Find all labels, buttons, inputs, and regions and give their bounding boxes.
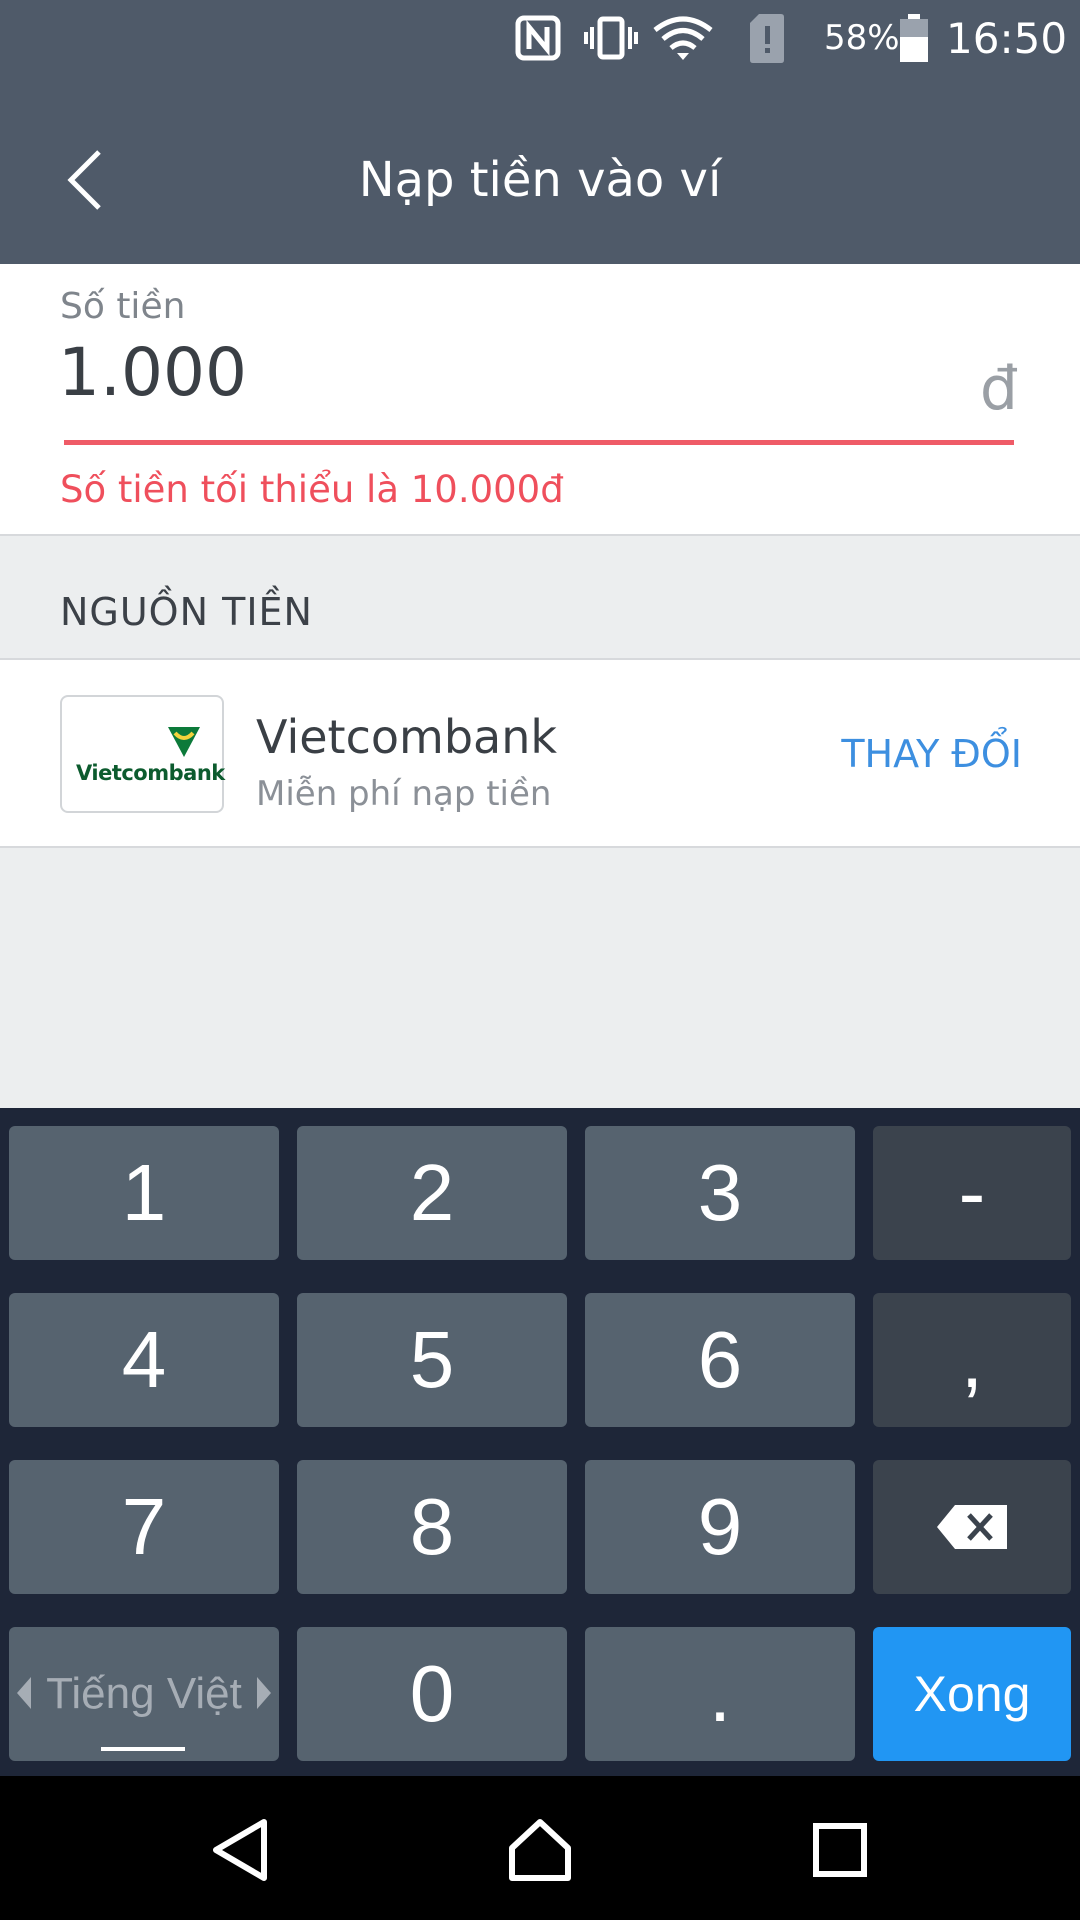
navigation-bar	[0, 1776, 1080, 1920]
language-label: Tiếng Việt	[46, 1669, 242, 1718]
chevron-left-icon	[67, 150, 101, 210]
back-button[interactable]	[50, 140, 120, 220]
key-dot[interactable]: .	[585, 1627, 855, 1761]
home-icon	[509, 1819, 571, 1881]
key-2[interactable]: 2	[297, 1126, 567, 1260]
back-triangle-icon	[213, 1819, 267, 1881]
status-bar: 58% 16:50	[0, 0, 1080, 76]
language-switch-key[interactable]: Tiếng Việt	[9, 1627, 279, 1761]
key-9[interactable]: 9	[585, 1460, 855, 1594]
change-source-button[interactable]: THAY ĐỔI	[841, 732, 1022, 776]
backspace-icon	[937, 1505, 1007, 1549]
key-5[interactable]: 5	[297, 1293, 567, 1427]
source-section-title: NGUỒN TIỀN	[60, 590, 313, 634]
amount-card: Số tiền 1.000 đ Số tiền tối thiểu là 10.…	[0, 264, 1080, 536]
page-title: Nạp tiền vào ví	[358, 152, 722, 208]
vibrate-icon	[582, 12, 640, 64]
bank-logo-text: Vietcombank	[76, 761, 225, 785]
funding-source-row: Vietcombank Vietcombank Miễn phí nạp tiề…	[0, 658, 1080, 848]
bank-fee-note: Miễn phí nạp tiền	[256, 774, 552, 814]
language-prev-icon	[17, 1677, 31, 1709]
nav-home-button[interactable]	[500, 1810, 580, 1890]
currency-symbol: đ	[979, 354, 1018, 424]
battery-icon	[898, 12, 930, 64]
key-dash[interactable]: -	[873, 1126, 1071, 1260]
nfc-icon	[512, 12, 564, 64]
battery-percent: 58%	[824, 18, 900, 58]
backspace-key[interactable]	[873, 1460, 1071, 1594]
vietcombank-mark-icon	[168, 727, 200, 757]
wifi-icon	[652, 12, 714, 64]
nav-back-button[interactable]	[200, 1810, 280, 1890]
key-4[interactable]: 4	[9, 1293, 279, 1427]
key-1[interactable]: 1	[9, 1126, 279, 1260]
vietcombank-logo: Vietcombank	[60, 695, 225, 813]
bank-name: Vietcombank	[256, 710, 557, 764]
key-comma[interactable]: ,	[873, 1293, 1071, 1427]
amount-label: Số tiền	[60, 286, 186, 327]
recents-icon	[813, 1823, 867, 1877]
amount-input-underline	[64, 440, 1014, 445]
key-8[interactable]: 8	[297, 1460, 567, 1594]
key-7[interactable]: 7	[9, 1460, 279, 1594]
amount-error-message: Số tiền tối thiểu là 10.000đ	[60, 468, 564, 511]
done-key[interactable]: Xong	[873, 1627, 1071, 1761]
language-next-icon	[257, 1677, 271, 1709]
key-0[interactable]: 0	[297, 1627, 567, 1761]
app-bar: 58% 16:50 Nạp tiền vào ví	[0, 0, 1080, 264]
numeric-keyboard: 1 2 3 - 4 5 6 , 7 8 9 Tiếng Việt 0 . Xon…	[0, 1108, 1080, 1776]
amount-input[interactable]: 1.000	[58, 334, 247, 411]
key-6[interactable]: 6	[585, 1293, 855, 1427]
clock: 16:50	[946, 13, 1068, 63]
nav-recents-button[interactable]	[800, 1810, 880, 1890]
sim-alert-icon	[746, 12, 788, 64]
key-3[interactable]: 3	[585, 1126, 855, 1260]
language-indicator	[101, 1747, 185, 1751]
